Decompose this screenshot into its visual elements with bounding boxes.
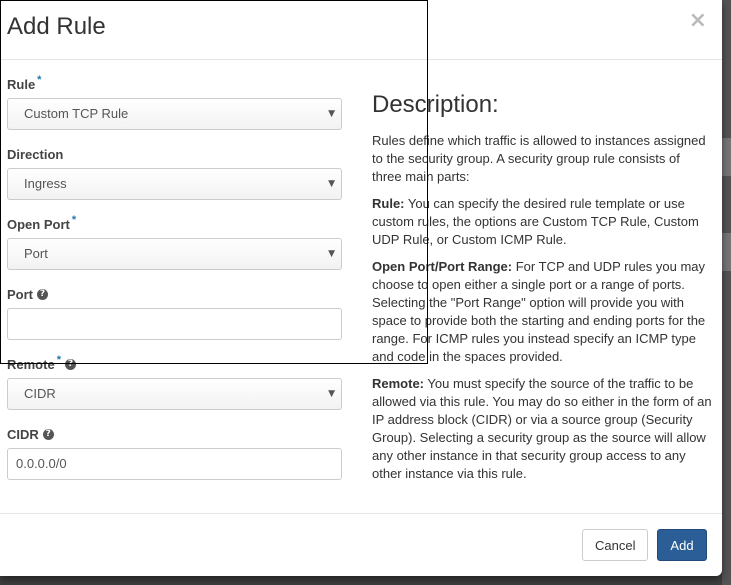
rule-text: You can specify the desired rule templat… <box>372 196 699 247</box>
cidr-input[interactable]: 0.0.0.0/0 <box>7 448 342 480</box>
open-port-field-group: Open Port * Port ▼ <box>7 202 342 272</box>
description-panel: Description: Rules define which traffic … <box>372 90 712 492</box>
cancel-button[interactable]: Cancel <box>582 529 648 561</box>
dialog-footer: Cancel Add <box>0 513 722 577</box>
add-rule-dialog: Add Rule × Rule * Custom TCP Rule ▼ Direc… <box>0 0 722 576</box>
chevron-down-icon: ▼ <box>328 109 335 119</box>
dialog-header: Add Rule × <box>0 0 722 60</box>
description-port: Open Port/Port Range: For TCP and UDP ru… <box>372 258 712 366</box>
help-icon[interactable]: ? <box>64 359 76 371</box>
port-field-group: Port? <box>7 272 342 342</box>
background-band <box>722 138 731 176</box>
description-remote: Remote: You must specify the source of t… <box>372 375 712 483</box>
direction-field-group: Direction Ingress ▼ <box>7 132 342 202</box>
help-icon[interactable]: ? <box>42 429 54 441</box>
port-input[interactable] <box>7 308 342 340</box>
remote-select-value: CIDR <box>24 386 56 401</box>
direction-select-value: Ingress <box>24 176 67 191</box>
port-text: For TCP and UDP rules you may choose to … <box>372 259 706 364</box>
required-marker: * <box>56 354 61 366</box>
rule-field-group: Rule * Custom TCP Rule ▼ <box>7 62 342 132</box>
background-band <box>722 233 731 271</box>
rule-label: Rule * <box>7 74 42 92</box>
remote-label: Remote *? <box>7 354 76 372</box>
direction-select[interactable]: Ingress ▼ <box>7 168 342 200</box>
description-rule: Rule: You can specify the desired rule t… <box>372 195 712 249</box>
background-page-edge <box>722 0 731 585</box>
remote-field-group: Remote *? CIDR ▼ <box>7 342 342 412</box>
rule-term: Rule: <box>372 196 405 211</box>
add-button[interactable]: Add <box>657 529 707 561</box>
remote-term: Remote: <box>372 376 425 391</box>
chevron-down-icon: ▼ <box>328 179 335 189</box>
open-port-label: Open Port * <box>7 214 77 232</box>
remote-select[interactable]: CIDR ▼ <box>7 378 342 410</box>
required-marker: * <box>71 214 77 226</box>
description-intro: Rules define which traffic is allowed to… <box>372 133 706 184</box>
cidr-field-group: CIDR? 0.0.0.0/0 <box>7 412 342 482</box>
port-label: Port? <box>7 287 48 302</box>
required-marker: * <box>37 74 42 86</box>
remote-text: You must specify the source of the traff… <box>372 376 712 481</box>
open-port-select-value: Port <box>24 246 48 261</box>
description-heading: Description: <box>372 91 499 118</box>
cidr-label: CIDR? <box>7 427 54 442</box>
open-port-select[interactable]: Port ▼ <box>7 238 342 270</box>
dialog-title: Add Rule <box>7 13 106 40</box>
close-icon[interactable]: × <box>689 8 707 34</box>
help-icon[interactable]: ? <box>37 289 48 301</box>
rule-select-value: Custom TCP Rule <box>24 106 129 121</box>
port-term: Open Port/Port Range: <box>372 259 513 274</box>
rule-form: Rule * Custom TCP Rule ▼ Direction Ingres… <box>7 62 342 482</box>
chevron-down-icon: ▼ <box>328 249 335 259</box>
direction-label: Direction <box>7 147 64 162</box>
chevron-down-icon: ▼ <box>328 389 335 399</box>
cidr-input-value: 0.0.0.0/0 <box>16 456 67 471</box>
rule-select[interactable]: Custom TCP Rule ▼ <box>7 98 342 130</box>
